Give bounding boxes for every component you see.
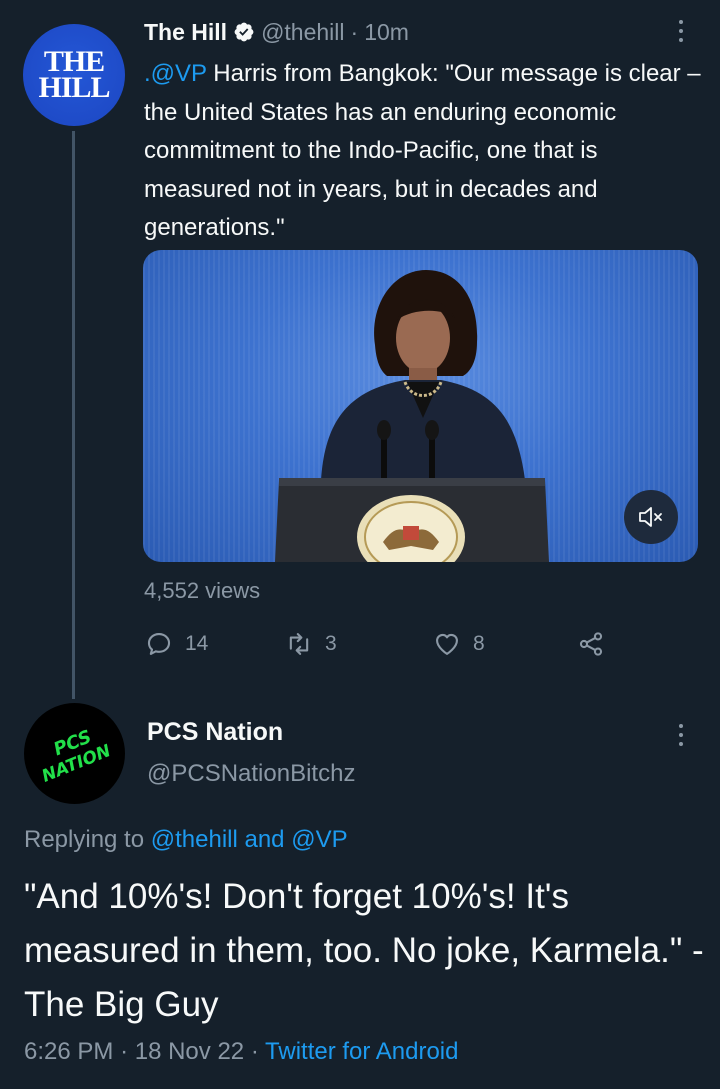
reply-meta: 6:26 PM · 18 Nov 22 · Twitter for Androi… — [24, 1038, 458, 1066]
reply-author-name[interactable]: PCS Nation — [147, 718, 283, 747]
avatar-text-line2: HILL — [38, 71, 110, 104]
reply-author-handle[interactable]: @PCSNationBitchz — [147, 760, 355, 788]
tweet-header: The Hill @thehill · 10m — [144, 14, 409, 50]
reply-icon — [147, 633, 171, 655]
more-options-icon[interactable] — [678, 20, 684, 46]
avatar-logo: PCS NATION — [39, 726, 114, 786]
avatar-pcs-nation[interactable]: PCS NATION — [24, 703, 125, 804]
replying-mentions[interactable]: @thehill and @VP — [151, 826, 348, 853]
replying-prefix: Replying to — [24, 826, 151, 853]
reply-time: 6:26 PM — [24, 1038, 114, 1065]
avatar-the-hill[interactable]: THE HILL — [23, 24, 125, 126]
separator-dot: · — [120, 1038, 135, 1065]
more-options-icon[interactable] — [678, 724, 684, 750]
tweet-video[interactable] — [143, 250, 698, 562]
view-count: 4,552 views — [144, 578, 261, 603]
like-button[interactable]: 8 — [433, 624, 485, 664]
author-name[interactable]: The Hill — [144, 19, 227, 46]
reply-count: 14 — [185, 632, 209, 655]
tweet-text: .@VP Harris from Bangkok: "Our message i… — [144, 55, 704, 248]
thread-line — [72, 131, 75, 699]
time-ago: 10m — [364, 18, 409, 45]
share-button[interactable] — [577, 624, 605, 664]
tweet-text-body: Harris from Bangkok: "Our message is cle… — [144, 60, 701, 241]
mention-link[interactable]: .@VP — [144, 60, 207, 87]
like-icon — [436, 633, 458, 655]
verified-icon — [234, 22, 254, 42]
mute-icon — [639, 507, 662, 527]
author-handle[interactable]: @thehill — [261, 19, 344, 46]
replying-to: Replying to @thehill and @VP — [24, 826, 348, 854]
reply-date: 18 Nov 22 — [134, 1038, 245, 1065]
retweet-icon — [289, 633, 309, 655]
video-frame — [275, 270, 549, 562]
like-count: 8 — [473, 632, 485, 655]
reply-source-link[interactable]: Twitter for Android — [265, 1038, 458, 1065]
retweet-count: 3 — [325, 632, 337, 655]
separator-dot: · — [250, 1038, 266, 1065]
separator-dot: · — [350, 18, 359, 45]
reply-button[interactable]: 14 — [145, 624, 208, 664]
reply-text: "And 10%'s! Don't forget 10%'s! It's mea… — [24, 877, 704, 1024]
retweet-button[interactable]: 3 — [285, 624, 337, 664]
mute-button[interactable] — [624, 490, 678, 544]
share-icon — [579, 632, 603, 656]
